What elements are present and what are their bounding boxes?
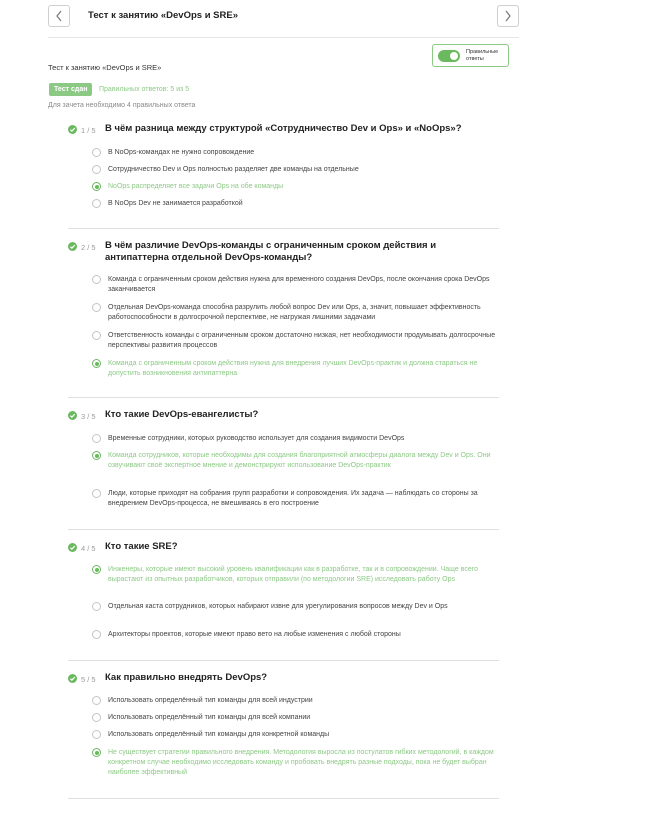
answer-text: Сотрудничество Dev и Ops полностью разде… (108, 166, 359, 173)
radio-icon[interactable] (92, 331, 101, 340)
radio-icon[interactable] (92, 696, 101, 705)
check-circle-icon (68, 411, 77, 420)
check-circle-icon (68, 242, 77, 251)
question-divider (68, 798, 499, 799)
score-text: Правильных ответов: 5 из 5 (99, 86, 190, 93)
requirement-text: Для зачета необходимо 4 правильных ответ… (48, 102, 196, 109)
radio-icon[interactable] (92, 165, 101, 174)
question-header: 4 / 5 Кто такие SRE? (68, 541, 499, 555)
question-5: 5 / 5 Как правильно внедрять DevOps? Испол… (68, 672, 499, 799)
answer-text: Команда с ограниченным сроком действия н… (108, 360, 478, 377)
question-number: 2 / 5 (81, 243, 96, 252)
radio-checked-icon[interactable] (92, 565, 101, 574)
answer-text: Люди, которые приходят на собрания групп… (108, 490, 478, 507)
question-divider (68, 228, 499, 229)
question-text: Кто такие SRE? (105, 541, 178, 552)
answer-text: Архитекторы проектов, которые имеют прав… (108, 631, 401, 638)
question-header: 1 / 5 В чём разница между структурой «Сот… (68, 123, 499, 137)
radio-icon[interactable] (92, 434, 101, 443)
answer-text: NoOps распределяет все задачи Ops на обе… (108, 183, 284, 190)
correct-answers-toggle[interactable]: Правильные ответы (432, 44, 509, 67)
chevron-right-icon (505, 10, 511, 22)
question-header: 3 / 5 Кто такие DevOps-евангелисты? (68, 409, 499, 423)
top-navigation: Тест к занятию «DevOps и SRE» (48, 5, 519, 27)
answer-text: Инженеры, которые имеют высокий уровень … (108, 566, 479, 583)
radio-checked-icon[interactable] (92, 451, 101, 460)
answer-text: Отдельная каста сотрудников, которых наб… (108, 603, 448, 610)
check-circle-icon (68, 125, 77, 134)
status-badge: Тест сдан (49, 83, 93, 96)
question-divider (68, 397, 499, 398)
next-button[interactable] (497, 5, 519, 27)
radio-icon[interactable] (92, 602, 101, 611)
radio-icon[interactable] (92, 148, 101, 157)
header-divider (48, 37, 519, 38)
question-header: 5 / 5 Как правильно внедрять DevOps? (68, 672, 499, 686)
question-number: 4 / 5 (81, 544, 96, 553)
answer-text: Ответственность команды с ограниченным с… (108, 332, 496, 349)
question-3: 3 / 5 Кто такие DevOps-евангелисты? Времен… (68, 409, 499, 530)
question-divider (68, 529, 499, 530)
radio-checked-icon[interactable] (92, 748, 101, 757)
radio-icon[interactable] (92, 199, 101, 208)
question-text: Кто такие DevOps-евангелисты? (105, 409, 259, 420)
answer-text: Использовать определённый тип команды дл… (108, 697, 313, 704)
answer-text: Не существует стратегии правильного внед… (108, 749, 494, 776)
radio-icon[interactable] (92, 713, 101, 722)
answer-text: Использовать определённый тип команды дл… (108, 731, 330, 738)
answer-text: Команда сотрудников, которые необходимы … (108, 452, 491, 469)
answer-text: Временные сотрудники, которых руководств… (108, 435, 405, 442)
question-text: В чём разница между структурой «Сотрудни… (105, 123, 462, 134)
question-divider (68, 660, 499, 661)
question-2: 2 / 5 В чём различие DevOps-команды с огр… (68, 240, 499, 398)
question-text: Как правильно внедрять DevOps? (105, 672, 268, 683)
answer-text: В NoOps Dev не занимается разработкой (108, 200, 243, 207)
radio-icon[interactable] (92, 730, 101, 739)
question-number: 1 / 5 (81, 126, 96, 135)
radio-icon[interactable] (92, 630, 101, 639)
toggle-knob (450, 51, 458, 60)
answer-text: Использовать определённый тип команды дл… (108, 714, 311, 721)
toggle-label: Правильные ответы (466, 48, 499, 62)
answer-text: Отдельная DevOps-команда способна разрул… (108, 304, 481, 321)
radio-checked-icon[interactable] (92, 359, 101, 368)
chevron-left-icon (56, 10, 62, 22)
radio-checked-icon[interactable] (92, 182, 101, 191)
question-text: В чём различие DevOps-команды с ограниче… (105, 240, 437, 263)
question-number: 3 / 5 (81, 412, 96, 421)
question-number: 5 / 5 (81, 675, 96, 684)
page-title: Тест к занятию «DevOps и SRE» (88, 10, 238, 21)
check-circle-icon (68, 543, 77, 552)
question-header: 2 / 5 В чём различие DevOps-команды с огр… (68, 240, 499, 266)
radio-icon[interactable] (92, 275, 101, 284)
radio-icon[interactable] (92, 303, 101, 312)
toggle-switch[interactable] (438, 49, 460, 62)
breadcrumb: Тест к занятию «DevOps и SRE» (48, 63, 162, 72)
check-circle-icon (68, 674, 77, 683)
prev-button[interactable] (48, 5, 70, 27)
answer-text: Команда с ограниченным сроком действия н… (108, 276, 490, 293)
question-4: 4 / 5 Кто такие SRE? Инженеры, которые име… (68, 541, 499, 661)
radio-icon[interactable] (92, 489, 101, 498)
question-1: 1 / 5 В чём разница между структурой «Сот… (68, 123, 499, 229)
answer-text: В NoOps-командах не нужно сопровождение (108, 149, 255, 156)
